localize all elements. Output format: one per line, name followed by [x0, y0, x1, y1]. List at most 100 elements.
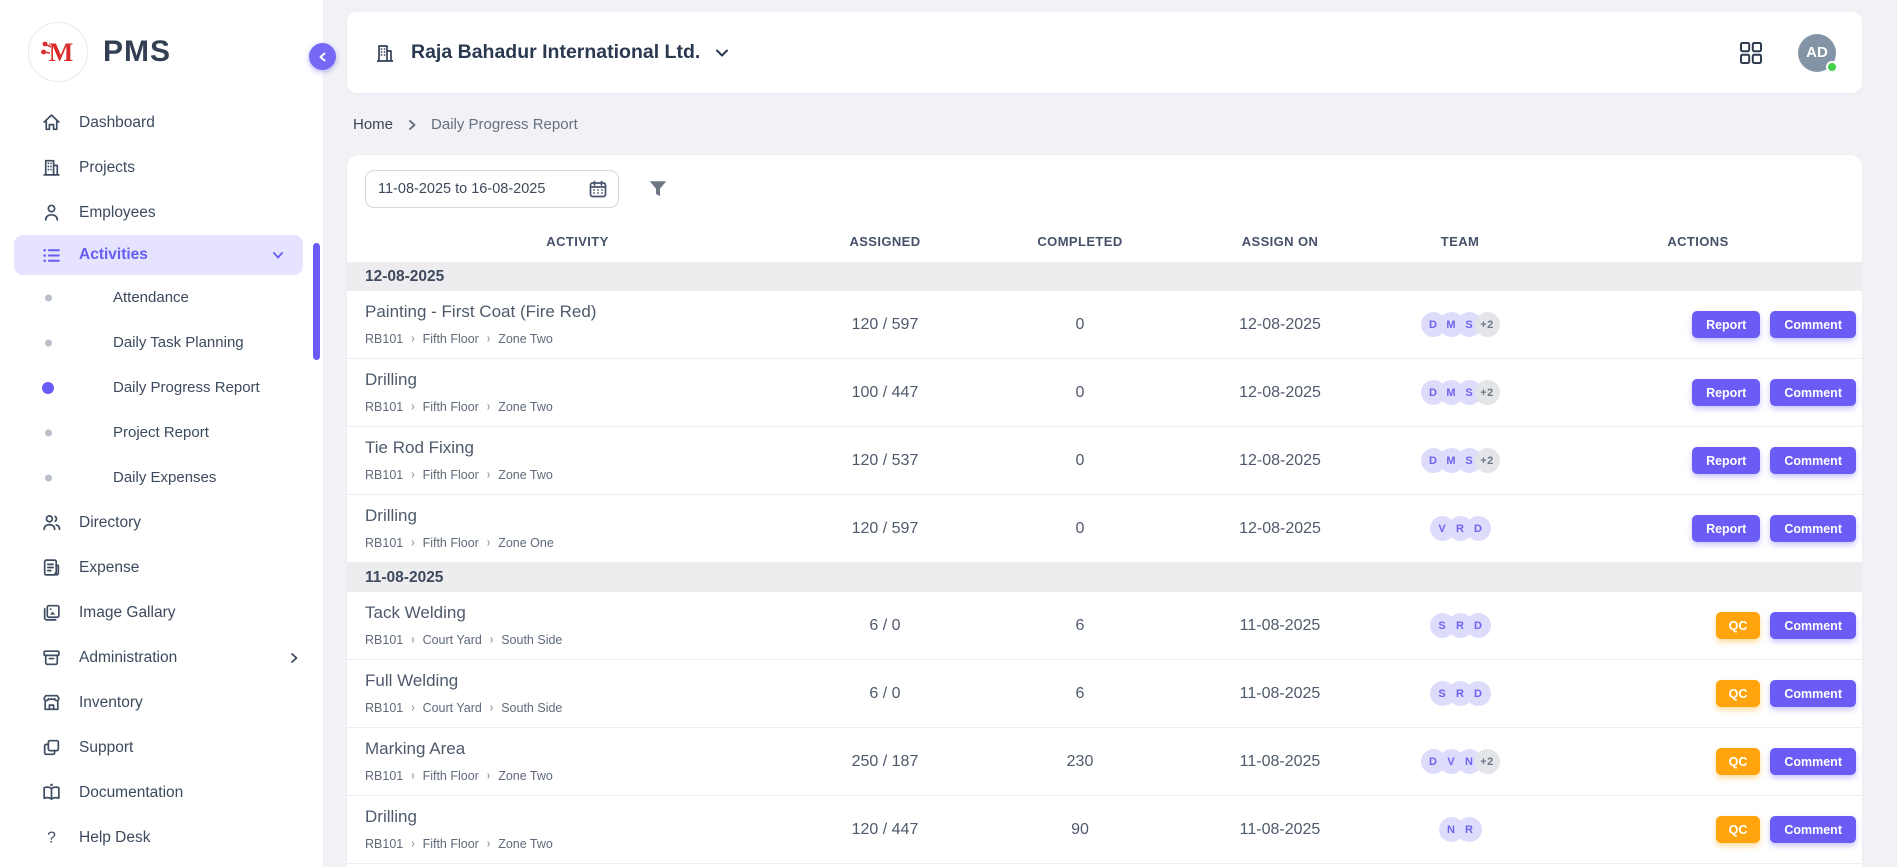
team-avatars: SRD [1380, 660, 1540, 727]
sidebar-subitem-label: Daily Expenses [113, 469, 216, 486]
comment-button[interactable]: Comment [1770, 311, 1856, 338]
sidebar-item-documentation[interactable]: Documentation [0, 770, 323, 815]
app-logo[interactable]: M PMS [0, 0, 323, 96]
report-card: ACTIVITY ASSIGNED COMPLETED ASSIGN ON TE… [347, 155, 1862, 867]
company-selector[interactable]: Raja Bahadur International Ltd. [373, 41, 730, 65]
activity-path: RB101›Fifth Floor›Zone Two [365, 468, 553, 482]
comment-button[interactable]: Comment [1770, 515, 1856, 542]
report-button[interactable]: Report [1692, 311, 1760, 338]
sidebar-item-administration[interactable]: Administration [0, 635, 323, 680]
completed-value: 0 [980, 427, 1180, 494]
table-row: Marking Area RB101›Fifth Floor›Zone Two … [347, 728, 1862, 796]
sidebar-item-help-desk[interactable]: ?Help Desk [0, 815, 323, 860]
assign-on-value: 12-08-2025 [1180, 427, 1380, 494]
completed-value: 6 [980, 592, 1180, 659]
sidebar-scrollbar[interactable] [313, 243, 320, 360]
qc-button[interactable]: QC [1716, 612, 1761, 639]
sidebar-item-projects[interactable]: Projects [0, 145, 323, 190]
filter-bar [347, 155, 1862, 220]
sidebar-subitem-project-report[interactable]: Project Report [0, 410, 323, 455]
comment-button[interactable]: Comment [1770, 447, 1856, 474]
comment-button[interactable]: Comment [1770, 612, 1856, 639]
assign-on-value: 12-08-2025 [1180, 359, 1380, 426]
activity-path: RB101›Fifth Floor›Zone Two [365, 332, 553, 346]
table-body: 12-08-2025 Painting - First Coat (Fire R… [347, 262, 1862, 864]
comment-button[interactable]: Comment [1770, 748, 1856, 775]
sidebar-subitem-attendance[interactable]: Attendance [0, 275, 323, 320]
completed-value: 0 [980, 359, 1180, 426]
team-avatar: D [1466, 516, 1491, 541]
date-range-field[interactable] [365, 170, 619, 208]
sidebar-item-support[interactable]: Support [0, 725, 323, 770]
comment-button[interactable]: Comment [1770, 680, 1856, 707]
date-group-header: 11-08-2025 [347, 563, 1862, 592]
calendar-icon[interactable] [588, 179, 608, 199]
comment-button[interactable]: Comment [1770, 816, 1856, 843]
sidebar-item-directory[interactable]: Directory [0, 500, 323, 545]
sidebar-item-label: Directory [79, 514, 141, 532]
report-button[interactable]: Report [1692, 515, 1760, 542]
team-avatars: SRD [1380, 592, 1540, 659]
funnel-icon [647, 178, 669, 200]
sidebar-subitem-daily-task-planning[interactable]: Daily Task Planning [0, 320, 323, 365]
sidebar-item-expense[interactable]: Expense [0, 545, 323, 590]
sidebar-subitem-daily-expenses[interactable]: Daily Expenses [0, 455, 323, 500]
path-segment: RB101 [365, 332, 403, 346]
sidebar-item-label: Employees [79, 204, 156, 222]
chevron-right-icon [406, 119, 418, 131]
report-button[interactable]: Report [1692, 379, 1760, 406]
path-segment: Zone Two [498, 837, 553, 851]
sidebar-item-image-gallary[interactable]: Image Gallary [0, 590, 323, 635]
activity-path: RB101›Fifth Floor›Zone Two [365, 400, 553, 414]
path-segment: Fifth Floor [423, 400, 479, 414]
sidebar-item-dashboard[interactable]: Dashboard [0, 100, 323, 145]
comment-button[interactable]: Comment [1770, 379, 1856, 406]
assign-on-value: 11-08-2025 [1180, 660, 1380, 727]
sidebar-subitem-daily-progress-report[interactable]: Daily Progress Report [0, 365, 323, 410]
sidebar-collapse-button[interactable] [309, 43, 336, 70]
column-header-actions: ACTIONS [1540, 234, 1856, 249]
svg-text:?: ? [47, 830, 56, 847]
path-segment: RB101 [365, 536, 403, 550]
top-header: Raja Bahadur International Ltd. AD [347, 12, 1862, 93]
chevron-down-icon [714, 45, 730, 61]
assigned-value: 6 / 0 [790, 660, 980, 727]
sidebar-item-inventory[interactable]: Inventory [0, 680, 323, 725]
report-button[interactable]: Report [1692, 447, 1760, 474]
assigned-value: 250 / 187 [790, 728, 980, 795]
sidebar-item-activities[interactable]: Activities [14, 235, 303, 275]
path-segment: RB101 [365, 837, 403, 851]
date-group-header: 12-08-2025 [347, 262, 1862, 291]
bullet-dot-icon [42, 382, 54, 394]
chevron-right-icon: › [411, 837, 414, 851]
team-avatar: D [1466, 613, 1491, 638]
table-row: Painting - First Coat (Fire Red) RB101›F… [347, 291, 1862, 359]
activity-name: Drilling [365, 807, 417, 827]
filter-button[interactable] [647, 178, 669, 200]
qc-button[interactable]: QC [1716, 748, 1761, 775]
team-avatars: VRD [1380, 495, 1540, 562]
sidebar-item-label: Dashboard [79, 114, 155, 132]
sidebar-item-employees[interactable]: Employees [0, 190, 323, 235]
row-actions: Report Comment [1540, 495, 1856, 562]
receipt-icon [40, 557, 62, 579]
svg-text:M: M [49, 38, 74, 67]
breadcrumb-home[interactable]: Home [353, 116, 393, 133]
qc-button[interactable]: QC [1716, 816, 1761, 843]
column-header-assign-on: ASSIGN ON [1180, 234, 1380, 249]
apps-grid-icon[interactable] [1738, 40, 1764, 66]
date-range-input[interactable] [378, 181, 588, 197]
sidebar-item-label: Image Gallary [79, 604, 175, 622]
qc-button[interactable]: QC [1716, 680, 1761, 707]
help-icon: ? [40, 827, 62, 849]
team-overflow-badge: +2 [1475, 448, 1500, 473]
assigned-value: 120 / 447 [790, 796, 980, 863]
sidebar-subitem-label: Attendance [113, 289, 189, 306]
user-avatar[interactable]: AD [1798, 34, 1836, 72]
chevron-right-icon [287, 651, 301, 665]
team-overflow-badge: +2 [1475, 749, 1500, 774]
completed-value: 0 [980, 291, 1180, 358]
table-row: Tie Rod Fixing RB101›Fifth Floor›Zone Tw… [347, 427, 1862, 495]
chevron-right-icon: › [411, 468, 414, 482]
team-avatars: DMS+2 [1380, 359, 1540, 426]
